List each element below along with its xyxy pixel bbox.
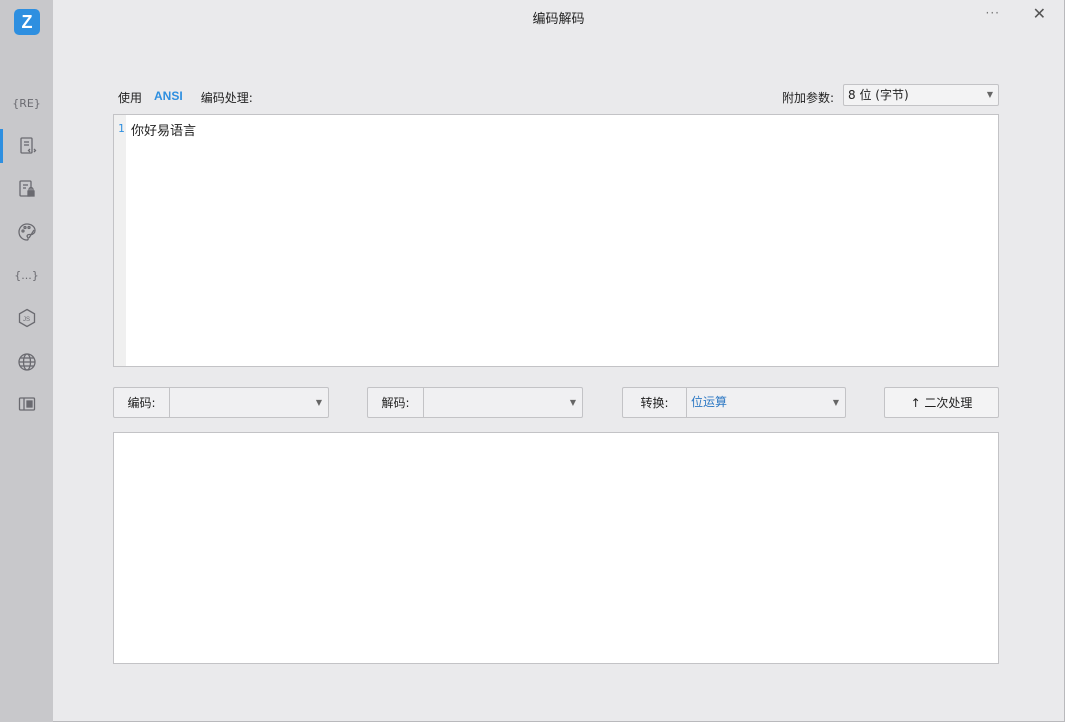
sidebar-item-nodejs[interactable]: JS	[0, 301, 53, 335]
decode-select[interactable]: ▼	[424, 388, 582, 417]
decode-combo[interactable]: 解码: ▼	[367, 387, 583, 418]
json-icon: {...}	[14, 268, 39, 282]
convert-value: 位运算	[691, 395, 728, 409]
close-icon[interactable]: ✕	[1033, 4, 1046, 23]
line-number: 1	[118, 122, 125, 135]
svg-text:JS: JS	[23, 317, 30, 323]
chevron-down-icon: ▼	[569, 398, 576, 407]
sidebar-item-globe[interactable]	[0, 345, 53, 379]
line-gutter	[114, 115, 126, 366]
input-editor[interactable]: 1 你好易语言	[113, 114, 999, 367]
encode-combo[interactable]: 编码: ▼	[113, 387, 329, 418]
convert-select[interactable]: 位运算 ▼	[687, 388, 845, 417]
book-icon	[18, 397, 35, 411]
convert-label: 转换:	[623, 388, 687, 417]
sidebar-item-file-lock[interactable]	[0, 172, 53, 206]
output-area[interactable]	[113, 432, 999, 664]
main-panel: 编码解码 ··· ✕ 使用 ANSI 编码处理: 附加参数: 8 位 (字节) …	[53, 0, 1065, 722]
secondary-process-button[interactable]: ↑ 二次处理	[884, 387, 999, 418]
convert-combo[interactable]: 转换: 位运算 ▼	[622, 387, 846, 418]
regex-icon: {RE}	[12, 96, 41, 110]
chevron-down-icon: ▼	[986, 90, 993, 99]
chevron-down-icon: ▼	[315, 398, 322, 407]
decode-label: 解码:	[368, 388, 424, 417]
encode-label: 编码:	[114, 388, 170, 417]
sidebar-item-regex[interactable]: {RE}	[0, 86, 53, 120]
process-label: 编码处理:	[200, 91, 253, 105]
encoding-toolbar: 使用 ANSI 编码处理:	[118, 89, 253, 106]
sidebar-item-json[interactable]: {...}	[0, 258, 53, 292]
code-file-icon	[20, 137, 37, 154]
sidebar-item-palette[interactable]	[0, 215, 53, 249]
encode-select[interactable]: ▼	[170, 388, 328, 417]
encoding-toggle[interactable]: ANSI	[154, 89, 183, 106]
input-text[interactable]: 你好易语言	[131, 120, 196, 139]
more-icon[interactable]: ···	[986, 6, 1000, 20]
param-value: 8 位 (字节)	[848, 88, 909, 102]
param-select[interactable]: 8 位 (字节) ▼	[843, 84, 999, 106]
window-title: 编码解码	[532, 12, 585, 27]
sidebar: Z {RE} {...} JS	[0, 0, 53, 722]
file-lock-icon	[18, 180, 35, 197]
sidebar-item-book[interactable]	[0, 387, 53, 421]
sidebar-item-code-file[interactable]	[0, 129, 53, 163]
globe-icon	[17, 353, 36, 371]
chevron-down-icon: ▼	[832, 398, 839, 407]
param-label: 附加参数:	[781, 91, 834, 105]
nodejs-icon: JS	[18, 308, 35, 328]
app-logo: Z	[14, 9, 40, 35]
palette-icon	[17, 223, 36, 241]
use-label: 使用	[118, 91, 143, 105]
